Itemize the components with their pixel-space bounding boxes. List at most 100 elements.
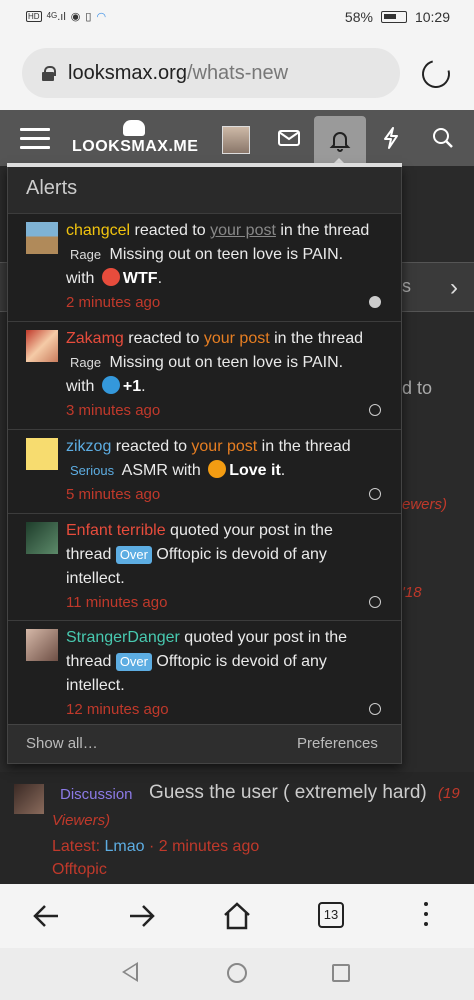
search-icon[interactable] — [418, 110, 468, 166]
status-right: 58% 10:29 — [345, 9, 450, 25]
avatar[interactable] — [26, 629, 58, 661]
alert-username[interactable]: Enfant terrible — [66, 522, 166, 539]
menu-icon[interactable] — [20, 128, 50, 150]
alert-item[interactable]: Enfant terrible quoted your post in the … — [8, 513, 401, 620]
alert-with: with — [66, 270, 99, 287]
show-all-link[interactable]: Show all… — [26, 735, 98, 752]
forum-link[interactable]: Offtopic — [52, 861, 107, 879]
alert-text: zikzog reacted to your post in the threa… — [66, 435, 376, 507]
alert-username[interactable]: Zakamg — [66, 330, 124, 347]
reaction-label: +1 — [122, 378, 142, 395]
post-link[interactable]: your post — [210, 222, 276, 239]
network-type: 4G — [46, 10, 58, 20]
thread-prefix: Discussion — [60, 786, 133, 803]
latest-time: · 2 minutes ago — [144, 838, 260, 855]
alert-end: . — [141, 378, 146, 395]
heart-eyes-emoji-icon — [208, 460, 227, 478]
vibrate-icon: ▯ — [85, 11, 92, 23]
avatar[interactable] — [26, 330, 58, 362]
alert-username[interactable]: StrangerDanger — [66, 629, 180, 646]
nav-back-icon[interactable] — [122, 962, 138, 982]
alert-time: 3 minutes ago — [66, 402, 161, 419]
site-logo[interactable]: LOOKSMAX.ME — [72, 120, 198, 156]
inbox-icon[interactable] — [264, 110, 314, 166]
alert-item[interactable]: StrangerDanger quoted your post in the t… — [8, 620, 401, 724]
thumbs-up-icon — [101, 376, 120, 394]
account-avatar[interactable] — [222, 126, 250, 154]
chevron-right-icon[interactable]: › — [450, 274, 458, 302]
eye-icon: ◉ — [70, 11, 81, 23]
thread-title[interactable]: Missing out on teen love is PAIN. — [105, 354, 344, 371]
alert-end: . — [280, 462, 286, 479]
thread-prefix: Rage — [70, 355, 102, 370]
reaction-label: WTF — [122, 270, 158, 287]
tab-switcher-button[interactable]: 13 — [318, 902, 344, 928]
thread-prefix: Rage — [70, 247, 102, 262]
alert-text: StrangerDanger quoted your post in the t… — [66, 626, 376, 722]
overflow-menu-icon[interactable] — [424, 902, 428, 932]
alert-rest: in the thread — [269, 330, 364, 347]
reload-icon[interactable] — [416, 54, 456, 94]
alerts-title: Alerts — [26, 177, 78, 199]
thread-title[interactable]: Missing out on teen love is PAIN. — [105, 246, 344, 263]
preferences-link[interactable]: Preferences — [297, 735, 378, 752]
avatar[interactable] — [26, 438, 58, 470]
latest-user-link[interactable]: Lmao — [104, 838, 144, 855]
thread-prefix: Serious — [70, 463, 115, 478]
hd-icon: HD — [26, 11, 42, 22]
alert-item[interactable]: zikzog reacted to your post in the threa… — [8, 429, 401, 513]
status-bar: HD 4G.ıl ◉ ▯ ◠ 58% 10:29 — [0, 0, 474, 36]
forward-arrow-icon[interactable] — [122, 896, 162, 936]
nav-recents-icon[interactable] — [332, 964, 350, 982]
alert-item[interactable]: Zakamg reacted to your post in the threa… — [8, 321, 401, 429]
alert-with: with — [167, 462, 206, 479]
post-link[interactable]: your post — [204, 330, 270, 347]
text-fragment: d to — [402, 378, 433, 398]
thread-title[interactable]: Guess the user ( extremely hard) — [149, 782, 427, 804]
alert-end: . — [157, 270, 163, 287]
angry-emoji-icon — [101, 268, 120, 286]
tab-fragment: s — [402, 276, 411, 296]
dropdown-top-border — [7, 163, 402, 167]
viewers-fragment: ewers) — [402, 496, 448, 513]
home-icon[interactable] — [217, 896, 257, 936]
viewer-count-label: Viewers) — [52, 812, 111, 829]
alert-action: reacted to — [111, 438, 192, 455]
battery-percent: 58% — [344, 9, 373, 25]
read-toggle[interactable] — [369, 703, 381, 715]
alert-username[interactable]: zikzog — [66, 438, 111, 455]
browser-toolbar: looksmax.org/whats-new — [0, 36, 474, 110]
thread-prefix: Over — [115, 546, 152, 564]
read-toggle[interactable] — [369, 488, 381, 500]
read-toggle[interactable] — [369, 596, 381, 608]
clock: 10:29 — [414, 9, 450, 25]
alert-rest: in the thread — [275, 222, 370, 239]
back-arrow-icon[interactable] — [26, 896, 66, 936]
alert-time: 2 minutes ago — [66, 294, 161, 311]
alert-with: with — [66, 378, 99, 395]
post-link[interactable]: your post — [191, 438, 257, 455]
lock-icon — [42, 66, 56, 81]
nav-home-icon[interactable] — [227, 963, 247, 983]
avatar[interactable] — [26, 522, 58, 554]
alert-username[interactable]: changcel — [66, 222, 130, 239]
url-host: looksmax.org — [68, 61, 187, 84]
unread-toggle[interactable] — [369, 296, 381, 308]
alert-text: Zakamg reacted to your post in the threa… — [66, 327, 376, 423]
read-toggle[interactable] — [369, 404, 381, 416]
alert-rest: in the thread — [257, 438, 351, 455]
alert-action: reacted to — [130, 222, 211, 239]
signal-4g-icon: 4G.ıl — [46, 10, 66, 23]
reaction-label: Love it — [229, 462, 281, 479]
avatar[interactable] — [14, 784, 44, 814]
latest-post: Latest: Lmao · 2 minutes ago — [52, 838, 259, 856]
sync-icon: ◠ — [96, 11, 107, 23]
logo-hair-icon — [123, 120, 145, 136]
alert-text: changcel reacted to your post in the thr… — [66, 219, 376, 315]
status-left-icons: HD 4G.ıl ◉ ▯ ◠ — [26, 10, 106, 23]
thread-title[interactable]: ASMR — [118, 462, 168, 479]
avatar[interactable] — [26, 222, 58, 254]
alert-item[interactable]: changcel reacted to your post in the thr… — [8, 213, 401, 321]
address-bar[interactable]: looksmax.org/whats-new — [22, 48, 400, 98]
lightning-icon[interactable] — [366, 110, 416, 166]
